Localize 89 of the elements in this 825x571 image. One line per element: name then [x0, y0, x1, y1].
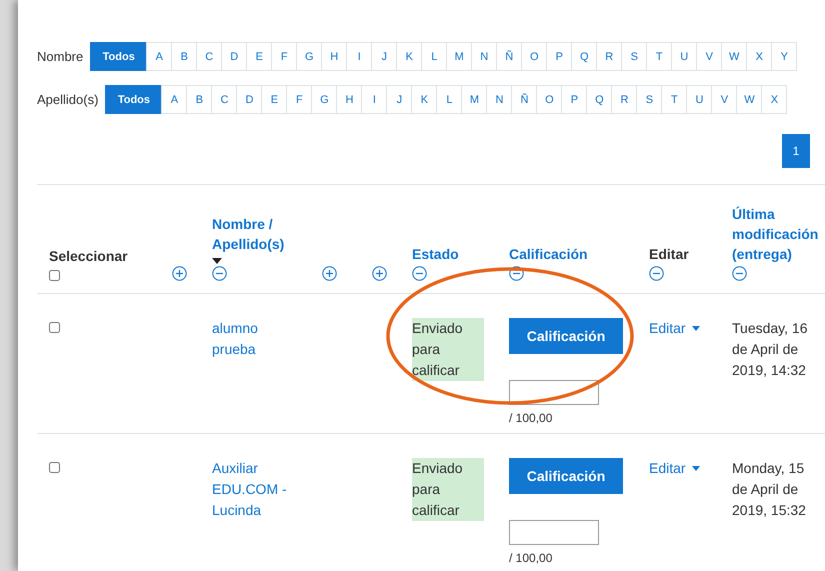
letter-filter-link[interactable]: V	[711, 85, 738, 114]
letter-filter-link[interactable]: L	[421, 42, 448, 71]
letter-filter-link[interactable]: I	[361, 85, 388, 114]
sort-caret-icon	[212, 258, 222, 264]
edit-menu-link[interactable]: Editar	[649, 458, 700, 479]
letter-filter-link[interactable]: E	[246, 42, 272, 71]
expand-column-icon[interactable]	[372, 266, 387, 281]
letter-filter-link[interactable]: F	[286, 85, 312, 114]
filter-label: Apellido(s)	[37, 92, 98, 107]
letter-filter-link[interactable]: X	[761, 85, 788, 114]
select-all-checkbox[interactable]	[49, 270, 60, 281]
grade-button[interactable]: Calificación	[509, 458, 623, 494]
letter-filter-link[interactable]: U	[671, 42, 698, 71]
modified-date: Tuesday, 16 de April de 2019, 14:32	[732, 319, 808, 380]
letter-filter-link[interactable]: S	[636, 85, 662, 114]
column-header: Seleccionar	[49, 247, 128, 266]
letter-filter-link[interactable]: Q	[571, 42, 598, 71]
letter-filter-link[interactable]: W	[721, 42, 748, 71]
collapse-column-icon[interactable]	[212, 266, 227, 281]
letter-filter-link[interactable]: O	[536, 85, 562, 114]
letter-filter-link[interactable]: K	[396, 42, 422, 71]
letter-filter-link[interactable]: Todos	[90, 42, 148, 71]
grade-input-field[interactable]	[509, 520, 599, 545]
letter-filter-link[interactable]: C	[196, 42, 222, 71]
letter-filter-link[interactable]: E	[261, 85, 288, 114]
caret-icon	[692, 466, 700, 471]
letter-filter-link[interactable]: Ñ	[496, 42, 522, 71]
column-sort-link[interactable]: Calificación	[509, 244, 588, 264]
letter-filter-link[interactable]: A	[146, 42, 172, 71]
letter-filter-link[interactable]: R	[611, 85, 638, 114]
page-link[interactable]: 1	[782, 134, 810, 168]
row-checkbox[interactable]	[49, 462, 60, 473]
letter-filter-link[interactable]: W	[736, 85, 762, 114]
letter-filter-link[interactable]: K	[411, 85, 438, 114]
letter-filter-link[interactable]: Todos	[105, 85, 162, 114]
letter-filter-link[interactable]: M	[446, 42, 472, 71]
letter-filter-link[interactable]: N	[486, 85, 512, 114]
collapse-column-icon[interactable]	[509, 266, 524, 281]
filter-label: Nombre	[37, 49, 84, 64]
letter-filter-link[interactable]: J	[386, 85, 412, 114]
letter-filter-link[interactable]: V	[696, 42, 722, 71]
letter-filter-link[interactable]: G	[311, 85, 338, 114]
letter-filter-link[interactable]: L	[436, 85, 462, 114]
letter-filter-link[interactable]: Ñ	[511, 85, 538, 114]
letter-filter-link[interactable]: P	[561, 85, 588, 114]
grade-max-text: / 100,00	[509, 551, 554, 565]
user-name-link[interactable]: alumno prueba	[212, 318, 294, 360]
letter-filter-link[interactable]: A	[161, 85, 188, 114]
expand-column-icon[interactable]	[172, 266, 187, 281]
column-header: Editar	[649, 245, 689, 264]
letter-filter-link[interactable]: P	[546, 42, 572, 71]
letter-filter-link[interactable]: Q	[586, 85, 612, 114]
letter-filter-link[interactable]: T	[646, 42, 672, 71]
letter-filter-link[interactable]: O	[521, 42, 548, 71]
user-name-link[interactable]: Auxiliar EDU.COM - Lucinda	[212, 458, 294, 521]
letter-filter-link[interactable]: I	[346, 42, 372, 71]
grade-button[interactable]: Calificación	[509, 318, 623, 354]
letter-filter-link[interactable]: F	[271, 42, 298, 71]
expand-column-icon[interactable]	[322, 266, 337, 281]
letter-filter-link[interactable]: D	[236, 85, 262, 114]
collapse-column-icon[interactable]	[732, 266, 747, 281]
letter-filter-link[interactable]: T	[661, 85, 688, 114]
collapse-column-icon[interactable]	[649, 266, 664, 281]
column-sort-link[interactable]: Última modificación (entrega)	[732, 204, 825, 264]
column-sort-link[interactable]: Nombre / Apellido(s)	[212, 214, 322, 264]
edit-menu-link[interactable]: Editar	[649, 318, 700, 339]
letter-filter-link[interactable]: B	[171, 42, 198, 71]
status-label: Enviado para calificar	[412, 318, 484, 381]
letter-filter-link[interactable]: U	[686, 85, 712, 114]
letter-filter-link[interactable]: R	[596, 42, 622, 71]
letter-filter-link[interactable]: N	[471, 42, 498, 71]
modified-date: Monday, 15 de April de 2019, 15:32	[732, 459, 807, 520]
letter-filter-link[interactable]: Y	[771, 42, 798, 71]
column-sort-link[interactable]: Estado	[412, 244, 459, 264]
letter-filter-link[interactable]: J	[371, 42, 398, 71]
status-label: Enviado para calificar	[412, 458, 484, 521]
row-checkbox[interactable]	[49, 322, 60, 333]
caret-icon	[692, 326, 700, 331]
letter-filter-link[interactable]: B	[186, 85, 212, 114]
letter-filter-link[interactable]: S	[621, 42, 648, 71]
letter-filter-link[interactable]: D	[221, 42, 248, 71]
letter-filter-link[interactable]: H	[321, 42, 348, 71]
grade-max-text: / 100,00	[509, 411, 554, 425]
letter-filter-link[interactable]: X	[746, 42, 772, 71]
letter-filter-link[interactable]: H	[336, 85, 362, 114]
collapse-column-icon[interactable]	[412, 266, 427, 281]
letter-filter-link[interactable]: M	[461, 85, 488, 114]
letter-filter-link[interactable]: C	[211, 85, 238, 114]
letter-filter-link[interactable]: G	[296, 42, 322, 71]
